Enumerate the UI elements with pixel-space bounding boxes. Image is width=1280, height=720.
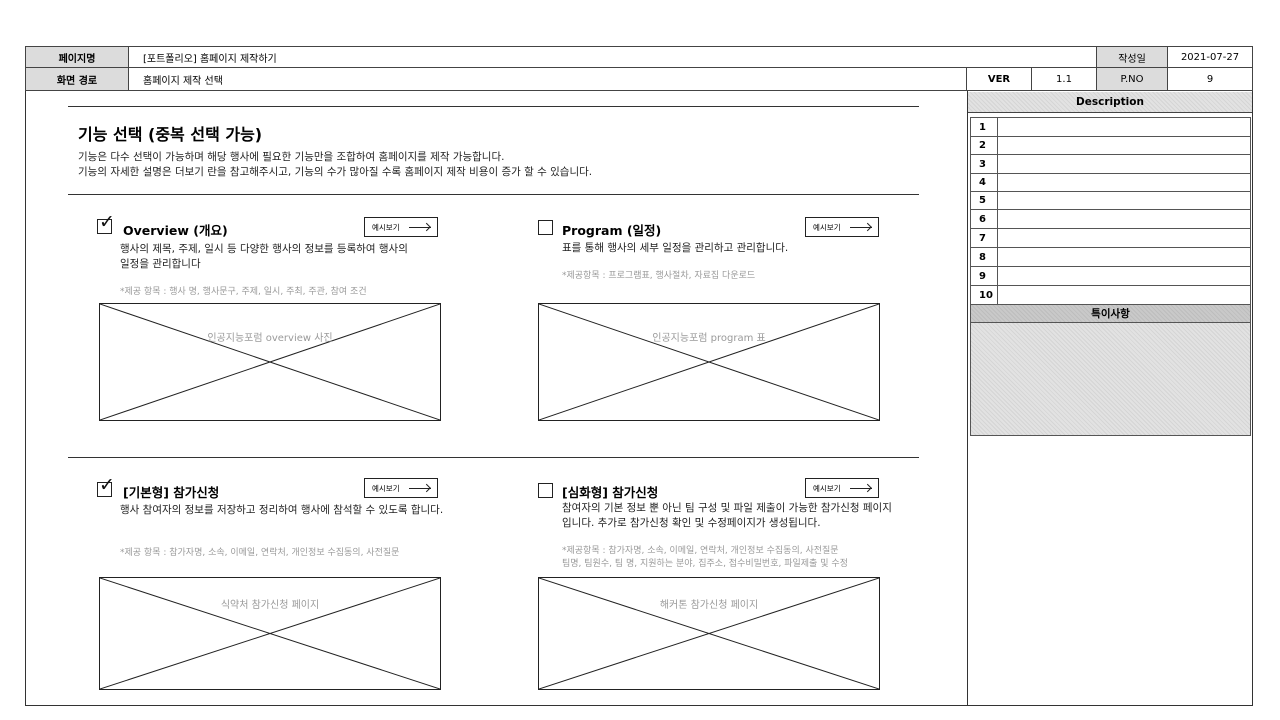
page-name-label: 페이지명 (25, 46, 129, 68)
row-number: 8 (971, 248, 998, 266)
notes-header: 특이사항 (970, 304, 1251, 323)
overview-preview-button[interactable]: 예시보기 (364, 217, 438, 237)
row-number: 2 (971, 137, 998, 154)
ver-label: VER (967, 68, 1032, 91)
arrow-right-icon (409, 227, 431, 228)
path-value: 홈페이지 제작 선택 (129, 68, 967, 91)
description-row: 5 (971, 192, 1250, 210)
arrow-right-icon (850, 488, 872, 489)
checkmark-icon: ✓ (99, 474, 115, 496)
description-row: 1 (971, 118, 1250, 137)
program-checkbox[interactable] (538, 220, 553, 235)
description-row: 2 (971, 137, 1250, 155)
advanced-registration-checkbox[interactable] (538, 483, 553, 498)
preview-button-label: 예시보기 (813, 222, 841, 232)
placeholder-cross (100, 304, 440, 420)
placeholder-cross (539, 304, 879, 420)
advanced-registration-title: [심화형] 참가신청 (562, 485, 659, 500)
overview-checkbox[interactable]: ✓ (97, 213, 115, 234)
program-image-placeholder: 인공지능포럼 program 표 (538, 303, 880, 421)
section-rule (68, 194, 919, 195)
preview-button-label: 예시보기 (372, 222, 400, 232)
description-row: 10 (971, 286, 1250, 305)
advanced-registration-preview-button[interactable]: 예시보기 (805, 478, 879, 498)
basic-registration-description: 행사 참여자의 정보를 저장하고 정리하여 행사에 참석할 수 있도록 합니다. (120, 504, 444, 516)
date-label: 작성일 (1097, 46, 1168, 68)
section-divider (68, 457, 919, 458)
description-line-1: 기능은 다수 선택이 가능하며 해당 행사에 필요한 기능만을 조합하여 홈페이… (78, 151, 505, 163)
section-top-rule (68, 106, 919, 107)
description-header: Description (968, 92, 1252, 113)
checkmark-icon: ✓ (99, 211, 115, 233)
overview-title: Overview (개요) (123, 223, 228, 238)
date-value: 2021-07-27 (1168, 46, 1253, 68)
row-number: 5 (971, 192, 998, 209)
basic-registration-title: [기본형] 참가신청 (123, 485, 220, 500)
page-name-value: [포트폴리오] 홈페이지 제작하기 (129, 46, 1097, 68)
basic-registration-checkbox[interactable]: ✓ (97, 476, 115, 497)
description-row: 4 (971, 174, 1250, 192)
path-label: 화면 경로 (25, 68, 129, 91)
overview-description: 행사의 제목, 주제, 일시 등 다양한 행사의 정보를 등록하여 행사의 일정… (120, 243, 408, 270)
side-panel-divider (967, 91, 968, 706)
overview-image-label: 인공지능포럼 overview 사진 (207, 333, 333, 344)
program-image-label: 인공지능포럼 program 표 (652, 333, 766, 344)
row-number: 4 (971, 174, 998, 191)
description-table: 1 2 3 4 5 6 7 8 9 10 (970, 117, 1251, 305)
basic-registration-image-label: 식약처 참가신청 페이지 (220, 600, 320, 611)
program-title: Program (일정) (562, 223, 662, 238)
row-number: 3 (971, 155, 998, 173)
arrow-right-icon (850, 227, 872, 228)
row-number: 1 (971, 118, 998, 136)
notes-area (970, 323, 1251, 436)
pno-value: 9 (1168, 68, 1253, 91)
row-number: 10 (971, 286, 998, 304)
row-number: 7 (971, 229, 998, 247)
basic-registration-image-placeholder: 식약처 참가신청 페이지 (99, 577, 441, 690)
program-preview-button[interactable]: 예시보기 (805, 217, 879, 237)
description-row: 7 (971, 229, 1250, 248)
description-row: 8 (971, 248, 1250, 267)
preview-button-label: 예시보기 (813, 483, 841, 493)
placeholder-cross (100, 578, 440, 689)
description-row: 3 (971, 155, 1250, 174)
description-row: 6 (971, 210, 1250, 229)
overview-image-placeholder: 인공지능포럼 overview 사진 (99, 303, 441, 421)
placeholder-cross (539, 578, 879, 689)
arrow-right-icon (409, 488, 431, 489)
row-number: 6 (971, 210, 998, 228)
advanced-registration-image-placeholder: 해커톤 참가신청 페이지 (538, 577, 880, 690)
description-row: 9 (971, 267, 1250, 286)
preview-button-label: 예시보기 (372, 483, 400, 493)
page-title: 기능 선택 (중복 선택 가능) (78, 125, 263, 144)
pno-label: P.NO (1097, 68, 1168, 91)
program-items: *제공항목 : 프로그램표, 행사절차, 자료집 다운로드 (562, 271, 756, 281)
basic-registration-preview-button[interactable]: 예시보기 (364, 478, 438, 498)
ver-value: 1.1 (1032, 68, 1097, 91)
basic-registration-items: *제공 항목 : 참가자명, 소속, 이메일, 연락처, 개인정보 수집동의, … (120, 548, 400, 558)
advanced-registration-items-2: 팀명, 팀원수, 팀 명, 지원하는 분야, 집주소, 접수비밀번호, 파일제출… (562, 559, 848, 569)
advanced-registration-items: *제공항목 : 참가자명, 소속, 이메일, 연락처, 개인정보 수집동의, 사… (562, 546, 839, 556)
description-line-2: 기능의 자세한 설명은 더보기 란을 참고해주시고, 기능의 수가 많아질 수록… (78, 166, 593, 178)
advanced-registration-image-label: 해커톤 참가신청 페이지 (659, 600, 759, 611)
advanced-registration-description: 참여자의 기본 정보 뿐 아닌 팀 구성 및 파일 제출이 가능한 참가신청 페… (562, 502, 892, 529)
program-description: 표를 통해 행사의 세부 일정을 관리하고 관리합니다. (562, 242, 789, 254)
row-number: 9 (971, 267, 998, 285)
overview-items: *제공 항목 : 행사 명, 행사문구, 주제, 일시, 주최, 주관, 참여 … (120, 287, 367, 297)
page-description: 기능은 다수 선택이 가능하며 해당 행사에 필요한 기능만을 조합하여 홈페이… (78, 150, 592, 180)
